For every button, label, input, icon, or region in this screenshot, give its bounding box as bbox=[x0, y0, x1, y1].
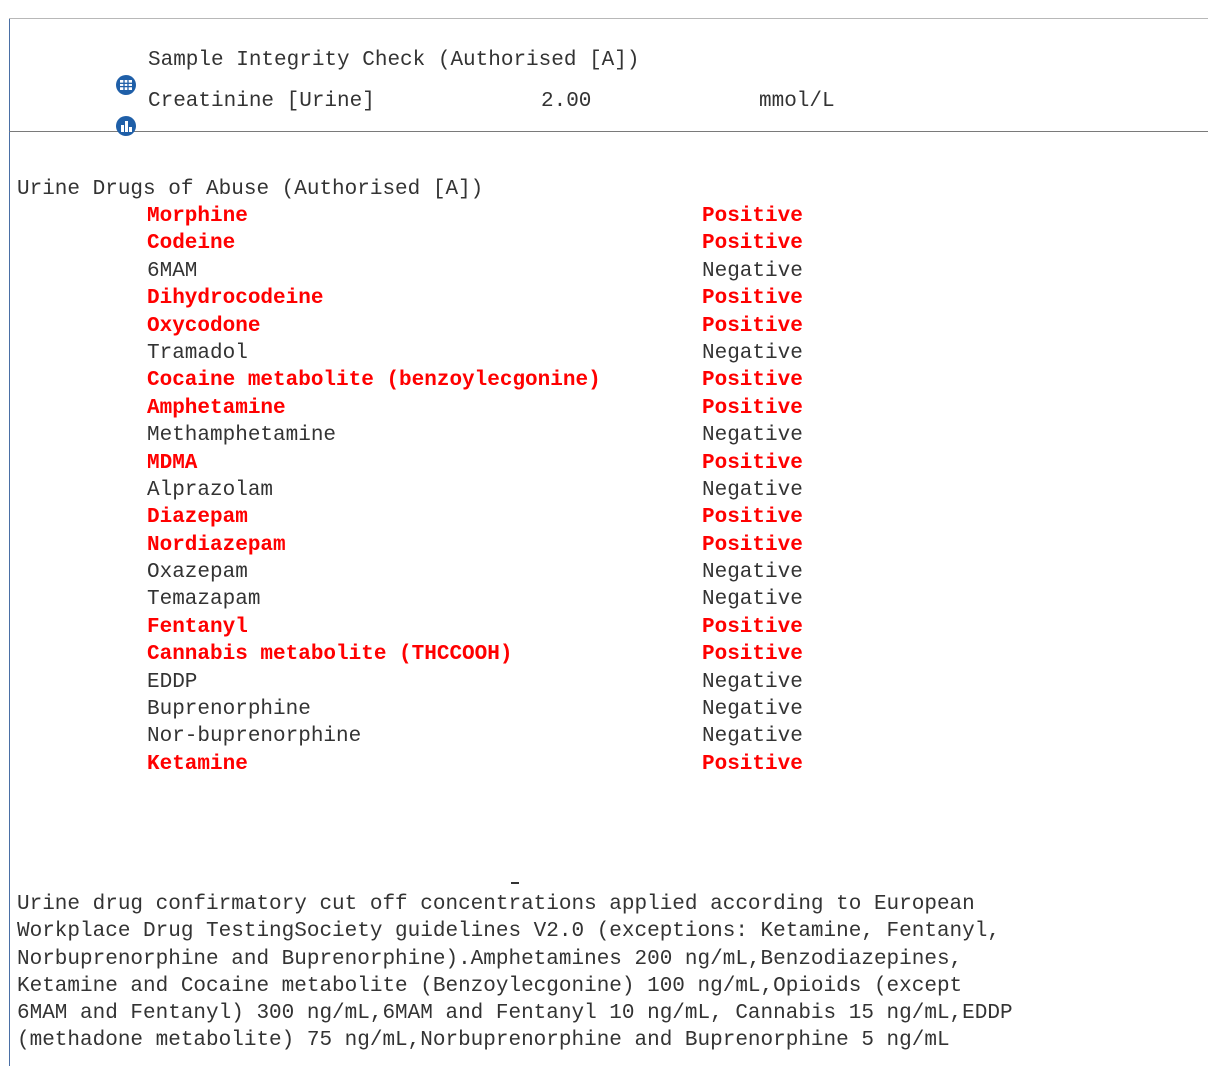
result-value: Positive bbox=[702, 369, 803, 393]
result-value: Positive bbox=[702, 615, 803, 639]
analyte-name: Oxycodone bbox=[147, 314, 261, 338]
result-value: Negative bbox=[702, 698, 803, 722]
analyte-name: Ketamine bbox=[147, 752, 248, 776]
header-row-value: 2.00 bbox=[541, 90, 592, 113]
analyte-name: Fentanyl bbox=[147, 615, 248, 639]
analyte-name: Cannabis metabolite (THCCOOH) bbox=[147, 643, 513, 667]
footnote-line: 6MAM and Fentanyl) 300 ng/mL,6MAM and Fe… bbox=[17, 1002, 1013, 1026]
result-row[interactable]: Cocaine metabolite (benzoylecgonine) Posi… bbox=[0, 367, 1208, 394]
analyte-name: Buprenorphine bbox=[147, 698, 311, 722]
report-header: Sample Integrity Check (Authorised [A]) … bbox=[9, 19, 1208, 136]
result-row[interactable]: Diazepam Positive bbox=[0, 504, 1208, 531]
result-value: Positive bbox=[702, 396, 803, 420]
header-row-name: Creatinine [Urine] bbox=[148, 90, 375, 113]
analyte-name: Cocaine metabolite (benzoylecgonine) bbox=[147, 369, 601, 393]
result-value: Negative bbox=[702, 341, 803, 365]
result-row[interactable]: Alprazolam Negative bbox=[0, 477, 1208, 504]
result-row[interactable]: Nordiazepam Positive bbox=[0, 532, 1208, 559]
result-row[interactable]: Temazapam Negative bbox=[0, 586, 1208, 613]
header-row-creatinine[interactable]: Creatinine [Urine] 2.00 mmol/L bbox=[9, 90, 835, 136]
analyte-name: Dihydrocodeine bbox=[147, 287, 324, 311]
analyte-name: Codeine bbox=[147, 232, 236, 256]
analyte-name: Morphine bbox=[147, 205, 248, 228]
result-row[interactable]: Buprenorphine Negative bbox=[0, 696, 1208, 723]
footnote-line: (methadone metabolite) 75 ng/mL,Norbupre… bbox=[17, 1029, 950, 1053]
results-list: Morphine Positive Codeine Positive 6MAM Negat… bbox=[0, 203, 1208, 778]
result-value: Negative bbox=[702, 588, 803, 612]
result-row[interactable]: Tramadol Negative bbox=[0, 340, 1208, 367]
analyte-name: Oxazepam bbox=[147, 561, 248, 585]
analyte-name: Tramadol bbox=[147, 341, 248, 365]
analyte-name: Methamphetamine bbox=[147, 424, 337, 448]
result-row[interactable]: Nor-buprenorphine Negative bbox=[0, 723, 1208, 750]
result-row[interactable]: Codeine Positive bbox=[0, 230, 1208, 257]
result-row[interactable]: 6MAM Negative bbox=[0, 258, 1208, 285]
footnote-line: Ketamine and Cocaine metabolite (Benzoyl… bbox=[17, 974, 963, 998]
result-value: Negative bbox=[702, 259, 803, 283]
analyte-name: Alprazolam bbox=[147, 478, 274, 502]
result-value: Positive bbox=[702, 287, 803, 311]
result-row[interactable]: EDDP Negative bbox=[0, 669, 1208, 696]
result-value: Positive bbox=[702, 643, 803, 667]
result-row[interactable]: Oxazepam Negative bbox=[0, 559, 1208, 586]
analyte-name: Amphetamine bbox=[147, 396, 286, 420]
analyte-name: Nor-buprenorphine bbox=[147, 725, 362, 749]
result-row[interactable]: Fentanyl Positive bbox=[0, 614, 1208, 641]
result-value: Negative bbox=[702, 478, 803, 502]
bar-chart-icon[interactable] bbox=[39, 91, 136, 136]
result-value: Negative bbox=[702, 670, 803, 694]
analyte-name: EDDP bbox=[147, 670, 198, 694]
result-row[interactable]: Morphine Positive bbox=[0, 203, 1208, 230]
analyte-name: 6MAM bbox=[147, 259, 198, 283]
header-row-name: Sample Integrity Check (Authorised [A]) bbox=[148, 49, 640, 72]
result-value: Positive bbox=[702, 752, 803, 776]
analyte-name: Nordiazepam bbox=[147, 533, 286, 557]
result-row[interactable]: Dihydrocodeine Positive bbox=[0, 285, 1208, 312]
separator-mark bbox=[511, 882, 519, 884]
footnote: Urine drug confirmatory cut off concentr… bbox=[17, 891, 1197, 1055]
analyte-name: Temazapam bbox=[147, 588, 261, 612]
grid-globe-icon[interactable] bbox=[39, 50, 136, 95]
result-row[interactable]: Ketamine Positive bbox=[0, 751, 1208, 778]
result-value: Negative bbox=[702, 725, 803, 749]
result-value: Positive bbox=[702, 232, 803, 256]
result-row[interactable]: Amphetamine Positive bbox=[0, 395, 1208, 422]
analyte-name: MDMA bbox=[147, 451, 198, 475]
result-value: Positive bbox=[702, 533, 803, 557]
result-value: Negative bbox=[702, 561, 803, 585]
panel-title: Urine Drugs of Abuse (Authorised [A]) bbox=[17, 178, 484, 201]
header-row-sample-integrity[interactable]: Sample Integrity Check (Authorised [A]) bbox=[9, 49, 639, 95]
result-row[interactable]: Cannabis metabolite (THCCOOH) Positive bbox=[0, 641, 1208, 668]
result-row[interactable]: Oxycodone Positive bbox=[0, 313, 1208, 340]
result-value: Positive bbox=[702, 506, 803, 530]
result-value: Positive bbox=[702, 314, 803, 338]
analyte-name: Diazepam bbox=[147, 506, 248, 530]
footnote-line: Norbuprenorphine and Buprenorphine).Amph… bbox=[17, 947, 963, 971]
result-value: Negative bbox=[702, 424, 803, 448]
result-row[interactable]: Methamphetamine Negative bbox=[0, 422, 1208, 449]
result-value: Positive bbox=[702, 451, 803, 475]
footnote-line: Workplace Drug TestingSociety guidelines… bbox=[17, 920, 1000, 944]
header-row-unit: mmol/L bbox=[759, 90, 835, 113]
footnote-line: Urine drug confirmatory cut off concentr… bbox=[17, 893, 975, 916]
result-row[interactable]: MDMA Positive bbox=[0, 450, 1208, 477]
result-value: Positive bbox=[702, 205, 803, 228]
